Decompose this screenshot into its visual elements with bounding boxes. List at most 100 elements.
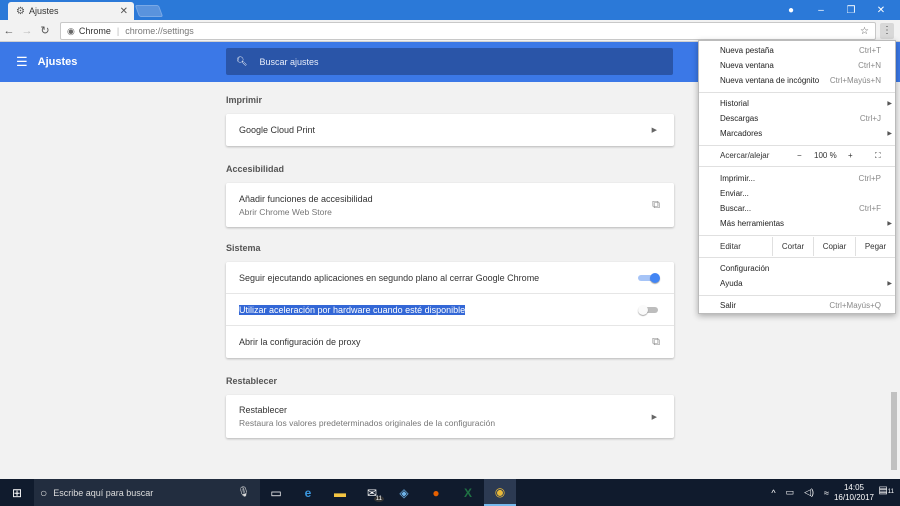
scrollbar-thumb[interactable]: [891, 392, 897, 470]
close-window-button[interactable]: ✕: [866, 5, 896, 16]
zoom-in-button[interactable]: +: [848, 151, 853, 160]
bookmark-star-icon[interactable]: ☆: [860, 26, 869, 37]
menu-separator: [699, 92, 895, 93]
hamburger-menu-icon[interactable]: ☰: [16, 54, 28, 70]
menu-item-label: Ayuda: [720, 279, 743, 288]
section-title-accessibility: Accesibilidad: [226, 164, 285, 174]
mail-badge: 11: [373, 496, 384, 502]
new-tab-button[interactable]: [134, 5, 164, 17]
menu-item-find[interactable]: Buscar... Ctrl+F: [699, 201, 895, 216]
external-link-icon: ⧉: [652, 335, 660, 348]
menu-shortcut: Ctrl+P: [858, 174, 881, 183]
volume-icon[interactable]: ◁): [804, 487, 814, 498]
chevron-up-icon[interactable]: ^: [771, 488, 775, 498]
chrome-icon: ◉: [67, 25, 75, 36]
search-icon: 🔍︎: [236, 56, 248, 66]
row-label: Restablecer: [239, 405, 288, 415]
menu-shortcut: Ctrl+F: [859, 204, 881, 213]
menu-item-label: Salir: [720, 301, 737, 310]
menu-item-downloads[interactable]: Descargas Ctrl+J: [699, 111, 895, 126]
forward-arrow-icon[interactable]: →: [18, 25, 36, 37]
edit-label: Editar: [720, 242, 741, 251]
edge-icon[interactable]: e: [292, 479, 324, 506]
menu-shortcut: Ctrl+Mayús+Q: [829, 301, 881, 310]
copy-button[interactable]: Copiar: [813, 237, 855, 256]
notif-badge: 11: [887, 489, 894, 495]
menu-item-label: Buscar...: [720, 204, 752, 213]
action-center-icon[interactable]: ▤11: [878, 485, 894, 496]
cut-button[interactable]: Cortar: [772, 237, 813, 256]
menu-item-cast[interactable]: Enviar...: [699, 186, 895, 201]
page-title: Ajustes: [37, 56, 78, 68]
proxy-settings-row[interactable]: Abrir la configuración de proxy ⧉: [226, 326, 674, 358]
background-apps-toggle[interactable]: [638, 272, 660, 283]
menu-item-more-tools[interactable]: Más herramientas ▶: [699, 216, 895, 231]
menu-item-history[interactable]: Historial ▶: [699, 96, 895, 111]
browser-toolbar: ← → ↻ ◉ Chrome | chrome://settings ☆ ⋮: [0, 20, 900, 42]
menu-item-label: Más herramientas: [720, 219, 785, 228]
excel-icon[interactable]: X: [452, 479, 484, 506]
close-tab-icon[interactable]: ✕: [120, 6, 128, 17]
wifi-icon[interactable]: ≈: [824, 488, 829, 498]
zoom-out-button[interactable]: −: [797, 151, 802, 160]
menu-item-incognito[interactable]: Nueva ventana de incógnito Ctrl+Mayús+N: [699, 73, 895, 88]
fullscreen-icon[interactable]: ⛶: [875, 151, 881, 161]
reset-card: Restablecer Restaura los valores predete…: [226, 395, 674, 438]
row-label: Seguir ejecutando aplicaciones en segund…: [239, 272, 540, 283]
search-input[interactable]: [259, 56, 640, 67]
taskbar-search[interactable]: ○ Escribe aquí para buscar 🎙︎: [34, 479, 260, 506]
accessibility-card: Añadir funciones de accesibilidad Abrir …: [226, 183, 674, 227]
task-view-icon[interactable]: ▭: [260, 479, 292, 506]
minimize-button[interactable]: –: [806, 5, 836, 16]
network-icon[interactable]: ▭: [786, 487, 795, 498]
hardware-acceleration-row[interactable]: Utilizar aceleración por hardware cuando…: [226, 294, 674, 326]
submenu-arrow-icon: ▶: [887, 221, 892, 227]
file-explorer-icon[interactable]: ▬: [324, 479, 356, 506]
row-sublabel: Restaura los valores predeterminados ori…: [239, 418, 496, 428]
address-bar[interactable]: ◉ Chrome | chrome://settings ☆: [60, 22, 876, 40]
external-link-icon: ⧉: [652, 198, 660, 211]
row-label: Añadir funciones de accesibilidad: [239, 193, 373, 204]
menu-shortcut: Ctrl+T: [859, 46, 881, 55]
hardware-acceleration-toggle[interactable]: [638, 304, 660, 315]
microphone-icon[interactable]: 🎙︎: [237, 487, 250, 498]
cortana-icon: ○: [40, 485, 48, 500]
clock[interactable]: 14:05 16/10/2017: [834, 483, 874, 503]
store-icon[interactable]: ◈: [388, 479, 420, 506]
menu-item-print[interactable]: Imprimir... Ctrl+P: [699, 171, 895, 186]
menu-item-label: Nueva ventana de incógnito: [720, 76, 820, 85]
chrome-taskbar-icon[interactable]: ◉: [484, 479, 516, 506]
reload-icon[interactable]: ↻: [36, 24, 54, 37]
background-apps-row[interactable]: Seguir ejecutando aplicaciones en segund…: [226, 262, 674, 294]
menu-item-exit[interactable]: Salir Ctrl+Mayús+Q: [699, 298, 895, 313]
paste-button[interactable]: Pegar: [855, 237, 895, 256]
menu-item-label: Nueva ventana: [720, 61, 774, 70]
menu-item-new-window[interactable]: Nueva ventana Ctrl+N: [699, 58, 895, 73]
google-cloud-print-row[interactable]: Google Cloud Print ▶: [226, 114, 674, 146]
add-accessibility-features-row[interactable]: Añadir funciones de accesibilidad Abrir …: [226, 183, 674, 227]
menu-shortcut: Ctrl+Mayús+N: [829, 76, 881, 85]
mail-icon[interactable]: ✉ 11: [356, 479, 388, 506]
search-box[interactable]: 🔍︎: [226, 48, 673, 75]
menu-item-new-tab[interactable]: Nueva pestaña Ctrl+T: [699, 43, 895, 58]
print-card: Google Cloud Print ▶: [226, 114, 674, 146]
firefox-icon[interactable]: ●: [420, 479, 452, 506]
restore-button[interactable]: ❐: [836, 5, 866, 16]
windows-start-icon[interactable]: ⊞: [0, 486, 34, 500]
back-arrow-icon[interactable]: ←: [0, 25, 18, 37]
tab-settings[interactable]: ⚙ Ajustes ✕: [8, 2, 134, 20]
chrome-menu-button[interactable]: ⋮: [880, 23, 894, 39]
menu-item-bookmarks[interactable]: Marcadores ▶: [699, 126, 895, 141]
system-card: Seguir ejecutando aplicaciones en segund…: [226, 262, 674, 358]
windows-taskbar: ⊞ ○ Escribe aquí para buscar 🎙︎ ▭ e ▬ ✉ 1…: [0, 479, 900, 506]
zoom-label: Acercar/alejar: [720, 151, 770, 160]
section-title-system: Sistema: [226, 243, 261, 253]
edit-row: Editar Cortar Copiar Pegar: [699, 237, 895, 256]
menu-shortcut: Ctrl+J: [859, 114, 881, 123]
submenu-arrow-icon: ▶: [887, 101, 892, 107]
menu-item-settings[interactable]: Configuración: [699, 261, 895, 276]
reset-row[interactable]: Restablecer Restaura los valores predete…: [226, 395, 674, 438]
menu-shortcut: Ctrl+N: [858, 61, 881, 70]
menu-item-help[interactable]: Ayuda ▶: [699, 276, 895, 291]
profile-icon[interactable]: ●: [776, 5, 806, 16]
